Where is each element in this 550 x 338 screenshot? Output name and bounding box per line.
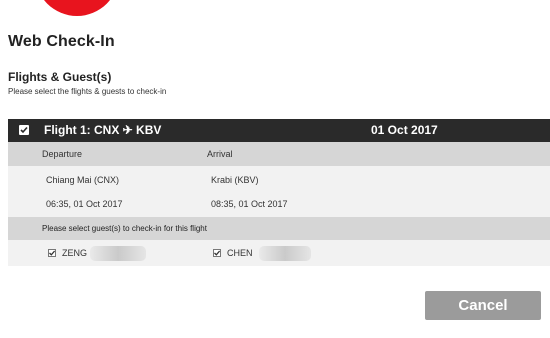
checkmark-icon [214,250,221,256]
page-title: Web Check-In [8,33,115,50]
arrival-header: Arrival [207,149,233,159]
flight-details: Chiang Mai (CNX) 06:35, 01 Oct 2017 Krab… [8,166,550,217]
guest-name: CHEN [227,248,253,258]
flight-date: 01 Oct 2017 [371,123,438,137]
flight-column-header: Departure Arrival [8,142,550,166]
guests-prompt: Please select guest(s) to check-in for t… [42,224,207,233]
guest-checkbox[interactable] [48,249,56,257]
guest-checkbox[interactable] [213,249,221,257]
redacted-surname [90,246,146,261]
checkmark-icon [20,126,28,134]
guests-row: ZENG CHEN [8,240,550,266]
guests-prompt-bar: Please select guest(s) to check-in for t… [8,217,550,240]
checkmark-icon [49,250,56,256]
flight-checkbox[interactable] [19,125,29,135]
section-subtitle: Please select the flights & guests to ch… [8,87,167,96]
departure-header: Departure [42,149,83,159]
section-title: Flights & Guest(s) [8,70,112,84]
flight-header: Flight 1: CNX ✈ KBV 01 Oct 2017 [8,119,550,142]
web-checkin-dialog: Web Check-In Flights & Guest(s) Please s… [0,0,550,338]
arrival-time: 08:35, 01 Oct 2017 [211,199,288,209]
guest-name: ZENG [62,248,88,258]
cancel-button[interactable]: Cancel [425,291,541,320]
departure-place: Chiang Mai (CNX) [46,175,120,185]
arrival-place: Krabi (KBV) [211,175,259,185]
redacted-surname [259,246,311,261]
flight-title: Flight 1: CNX ✈ KBV [44,123,162,137]
departure-time: 06:35, 01 Oct 2017 [46,199,123,209]
